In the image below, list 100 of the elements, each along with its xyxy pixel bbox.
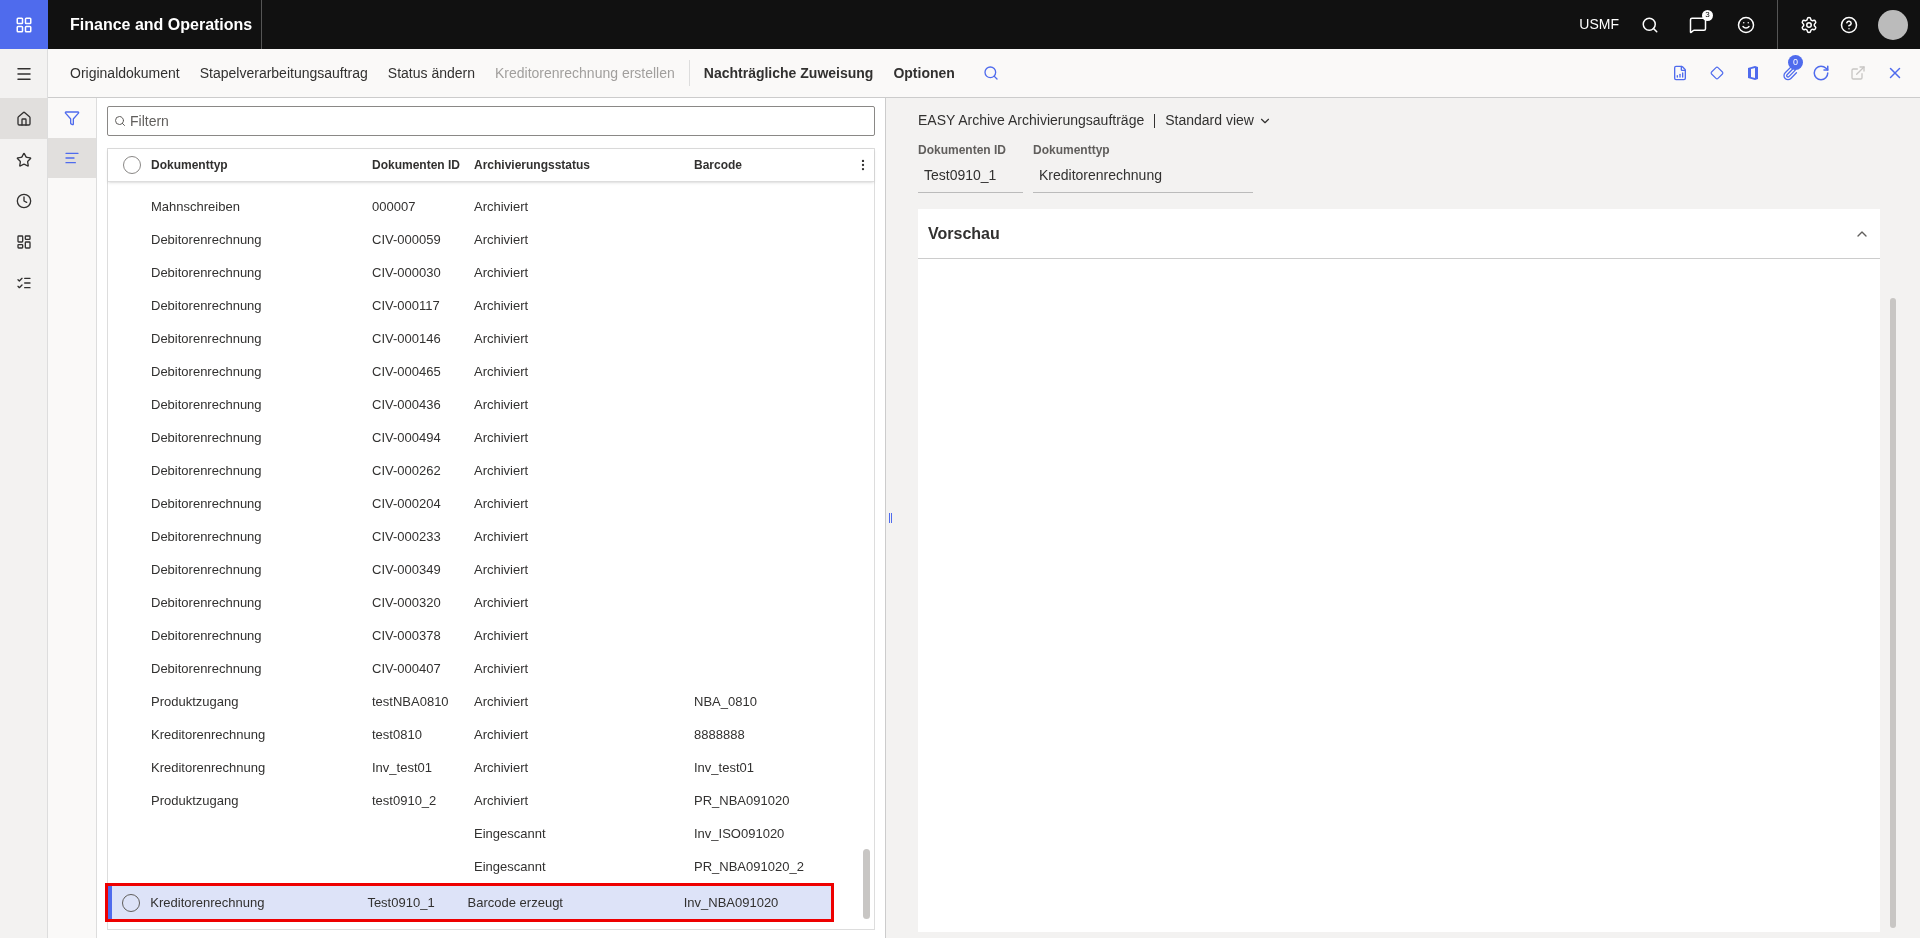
table-cell-text: Kreditorenrechnung — [151, 725, 267, 744]
column-header[interactable]: Barcode — [694, 156, 844, 174]
table-cell-text: CIV-000494 — [372, 428, 442, 447]
table-cell-text: Debitorenrechnung — [151, 659, 263, 678]
table-row[interactable]: Produktzugang test0910_2 Archiviert PR_NBA091020 — [108, 784, 860, 817]
table-cell-text: Archiviert — [474, 725, 530, 744]
column-header[interactable]: Dokumenttyp — [151, 156, 372, 174]
avatar[interactable] — [1878, 9, 1908, 40]
table-row[interactable]: Eingescannt Inv_ISO091020 — [108, 817, 860, 850]
field-label: Dokumenten ID — [918, 142, 1007, 159]
app-launcher-button[interactable] — [0, 0, 48, 49]
list-view-icon[interactable] — [64, 150, 80, 166]
smiley-icon[interactable] — [1737, 15, 1755, 34]
table-row[interactable]: Debitorenrechnung CIV-000233 Archiviert — [108, 520, 860, 553]
table-row[interactable]: Debitorenrechnung CIV-000436 Archiviert — [108, 388, 860, 421]
help-icon[interactable] — [1840, 15, 1858, 34]
table-row[interactable]: Debitorenrechnung CIV-000117 Archiviert — [108, 289, 860, 322]
command-button[interactable]: Status ändern — [377, 58, 485, 88]
table-row[interactable]: Produktzugang testNBA0810 Archiviert NBA_0810 — [108, 685, 860, 718]
table-cell-text: CIV-000117 — [372, 296, 441, 315]
splitter-handle[interactable] — [888, 513, 892, 523]
search-icon[interactable] — [1641, 15, 1659, 34]
table-row[interactable]: Debitorenrechnung CIV-000262 Archiviert — [108, 454, 860, 487]
table-cell-text: Inv_NBA091020 — [683, 893, 780, 912]
table-cell-text: 8888888 — [694, 725, 746, 744]
table-row[interactable]: Debitorenrechnung CIV-000146 Archiviert — [108, 322, 860, 355]
field-value: Kreditorenrechnung — [1033, 165, 1253, 193]
command-button[interactable]: Stapelverarbeitungsauftrag — [189, 58, 378, 88]
table-cell-text: CIV-000465 — [372, 362, 442, 381]
column-header[interactable]: Archivierungsstatus — [474, 156, 694, 174]
filter-field[interactable]: Filtern — [107, 106, 875, 136]
command-button[interactable]: Optionen — [883, 58, 965, 88]
table-cell-text: Archiviert — [474, 296, 530, 315]
table-row[interactable]: Debitorenrechnung CIV-000030 Archiviert — [108, 256, 860, 289]
table-row[interactable]: Debitorenrechnung CIV-000204 Archiviert — [108, 487, 860, 520]
refresh-icon[interactable] — [1812, 64, 1830, 82]
table-cell-text: Inv_test01 — [372, 758, 433, 777]
table-row[interactable]: Debitorenrechnung CIV-000465 Archiviert — [108, 355, 860, 388]
table-cell-text: Archiviert — [474, 428, 530, 447]
table-row[interactable]: Mahnschreiben 000007 Archiviert — [108, 190, 860, 223]
attachment-icon[interactable] — [1782, 65, 1798, 81]
table-cell-text: CIV-000262 — [372, 461, 442, 480]
attachment-badge: 0 — [1788, 55, 1803, 70]
table-cell-text: test0910_2 — [372, 791, 438, 810]
workspace-icon[interactable] — [15, 234, 32, 250]
table-row[interactable]: Debitorenrechnung CIV-000407 Archiviert — [108, 652, 860, 685]
table-cell-text: Debitorenrechnung — [151, 461, 263, 480]
command-button[interactable]: Originaldokument — [60, 58, 190, 88]
table-row[interactable]: Debitorenrechnung CIV-000320 Archiviert — [108, 586, 860, 619]
filter-icon[interactable] — [64, 110, 80, 126]
list-icon[interactable] — [15, 275, 32, 291]
command-button[interactable]: Nachträgliche Zuweisung — [693, 58, 884, 88]
table-cell-text: CIV-000436 — [372, 395, 442, 414]
home-icon[interactable] — [15, 110, 32, 127]
table-row[interactable]: Kreditorenrechnung Inv_test01 Archiviert Inv_test01 — [108, 751, 860, 784]
table-cell-text: Debitorenrechnung — [151, 230, 263, 249]
table-cell-text: Debitorenrechnung — [151, 626, 263, 645]
table-cell-text: Debitorenrechnung — [151, 428, 263, 447]
table-cell-text: Archiviert — [474, 626, 530, 645]
table-cell-text: Archiviert — [474, 791, 530, 810]
filter-input[interactable]: Filtern — [130, 110, 868, 132]
table-cell-text: Debitorenrechnung — [151, 593, 263, 612]
table-row[interactable]: Debitorenrechnung CIV-000349 Archiviert — [108, 553, 860, 586]
view-selector[interactable]: Standard view — [1165, 110, 1272, 131]
page-title: EASY Archive Archivierungsaufträge — [918, 111, 1145, 130]
table-row[interactable]: Debitorenrechnung CIV-000378 Archiviert — [108, 619, 860, 652]
table-cell-text: Mahnschreiben — [151, 197, 241, 216]
table-cell-text: Debitorenrechnung — [151, 263, 263, 282]
table-cell-text: CIV-000320 — [372, 593, 442, 612]
table-cell-text: Archiviert — [474, 758, 530, 777]
table-cell-text: test0810 — [372, 725, 423, 744]
notification-icon[interactable] — [1689, 15, 1707, 34]
table-cell-text: CIV-000146 — [372, 329, 442, 348]
report-icon[interactable] — [1672, 65, 1688, 81]
table-cell-text: Debitorenrechnung — [151, 329, 263, 348]
notification-badge: 3 — [1702, 9, 1713, 21]
settings-icon[interactable] — [1800, 15, 1818, 34]
app-launcher-icon — [15, 15, 33, 34]
table-row[interactable]: Kreditorenrechnung Test0910_1 Barcode erzeugt Inv_NBA091020 — [108, 886, 831, 919]
table-cell-text: Test0910_1 — [367, 893, 436, 912]
table-row[interactable]: Debitorenrechnung CIV-000494 Archiviert — [108, 421, 860, 454]
table-cell-text: Archiviert — [474, 461, 530, 480]
company-label[interactable]: USMF — [1579, 14, 1619, 35]
table-cell-text: Debitorenrechnung — [151, 296, 263, 315]
table-row[interactable]: Kreditorenrechnung test0810 Archiviert 8888888 — [108, 718, 860, 751]
table-row[interactable]: Eingescannt PR_NBA091020_2 — [108, 850, 860, 883]
star-icon[interactable] — [15, 152, 32, 168]
diamond-icon[interactable] — [1710, 66, 1724, 80]
table-cell-text: Archiviert — [474, 197, 530, 216]
table-cell-text: Eingescannt — [474, 824, 547, 843]
table-cell-text: Debitorenrechnung — [151, 362, 263, 381]
table-cell-text: Archiviert — [474, 263, 530, 282]
column-header[interactable]: Dokumenten ID — [372, 156, 474, 174]
table-cell-text: Archiviert — [474, 527, 530, 546]
table-cell-text: Archiviert — [474, 593, 530, 612]
clock-icon[interactable] — [15, 193, 32, 209]
table-cell-text: Debitorenrechnung — [151, 560, 263, 579]
table-cell-text: testNBA0810 — [372, 692, 450, 711]
table-row[interactable]: Debitorenrechnung CIV-000059 Archiviert — [108, 223, 860, 256]
office-icon[interactable] — [1746, 65, 1760, 81]
